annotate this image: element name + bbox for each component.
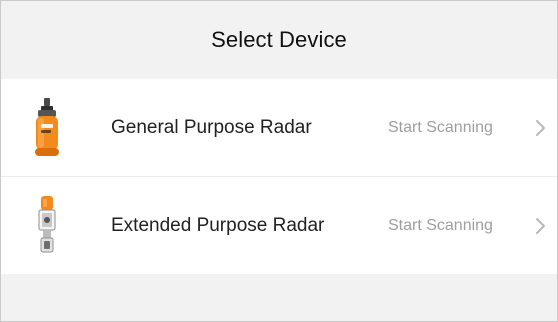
device-row-extended-purpose-radar[interactable]: Extended Purpose Radar Start Scanning xyxy=(1,176,557,274)
chevron-right-icon xyxy=(536,217,545,234)
device-list: General Purpose Radar Start Scanning Ext… xyxy=(1,79,557,274)
page-title: Select Device xyxy=(211,27,347,52)
header: Select Device xyxy=(1,1,557,79)
orange-radar-sensor-icon xyxy=(29,79,65,176)
device-name: Extended Purpose Radar xyxy=(111,214,325,236)
start-scanning-link[interactable]: Start Scanning xyxy=(388,217,493,235)
chevron-right-icon xyxy=(536,119,545,136)
start-scanning-link[interactable]: Start Scanning xyxy=(388,119,493,137)
device-name: General Purpose Radar xyxy=(111,116,312,138)
empty-footer-area xyxy=(1,274,557,321)
extended-radar-sensor-icon xyxy=(29,177,65,274)
device-selection-screen: Select Device General Purpose Radar Star… xyxy=(0,0,558,322)
device-row-general-purpose-radar[interactable]: General Purpose Radar Start Scanning xyxy=(1,79,557,176)
